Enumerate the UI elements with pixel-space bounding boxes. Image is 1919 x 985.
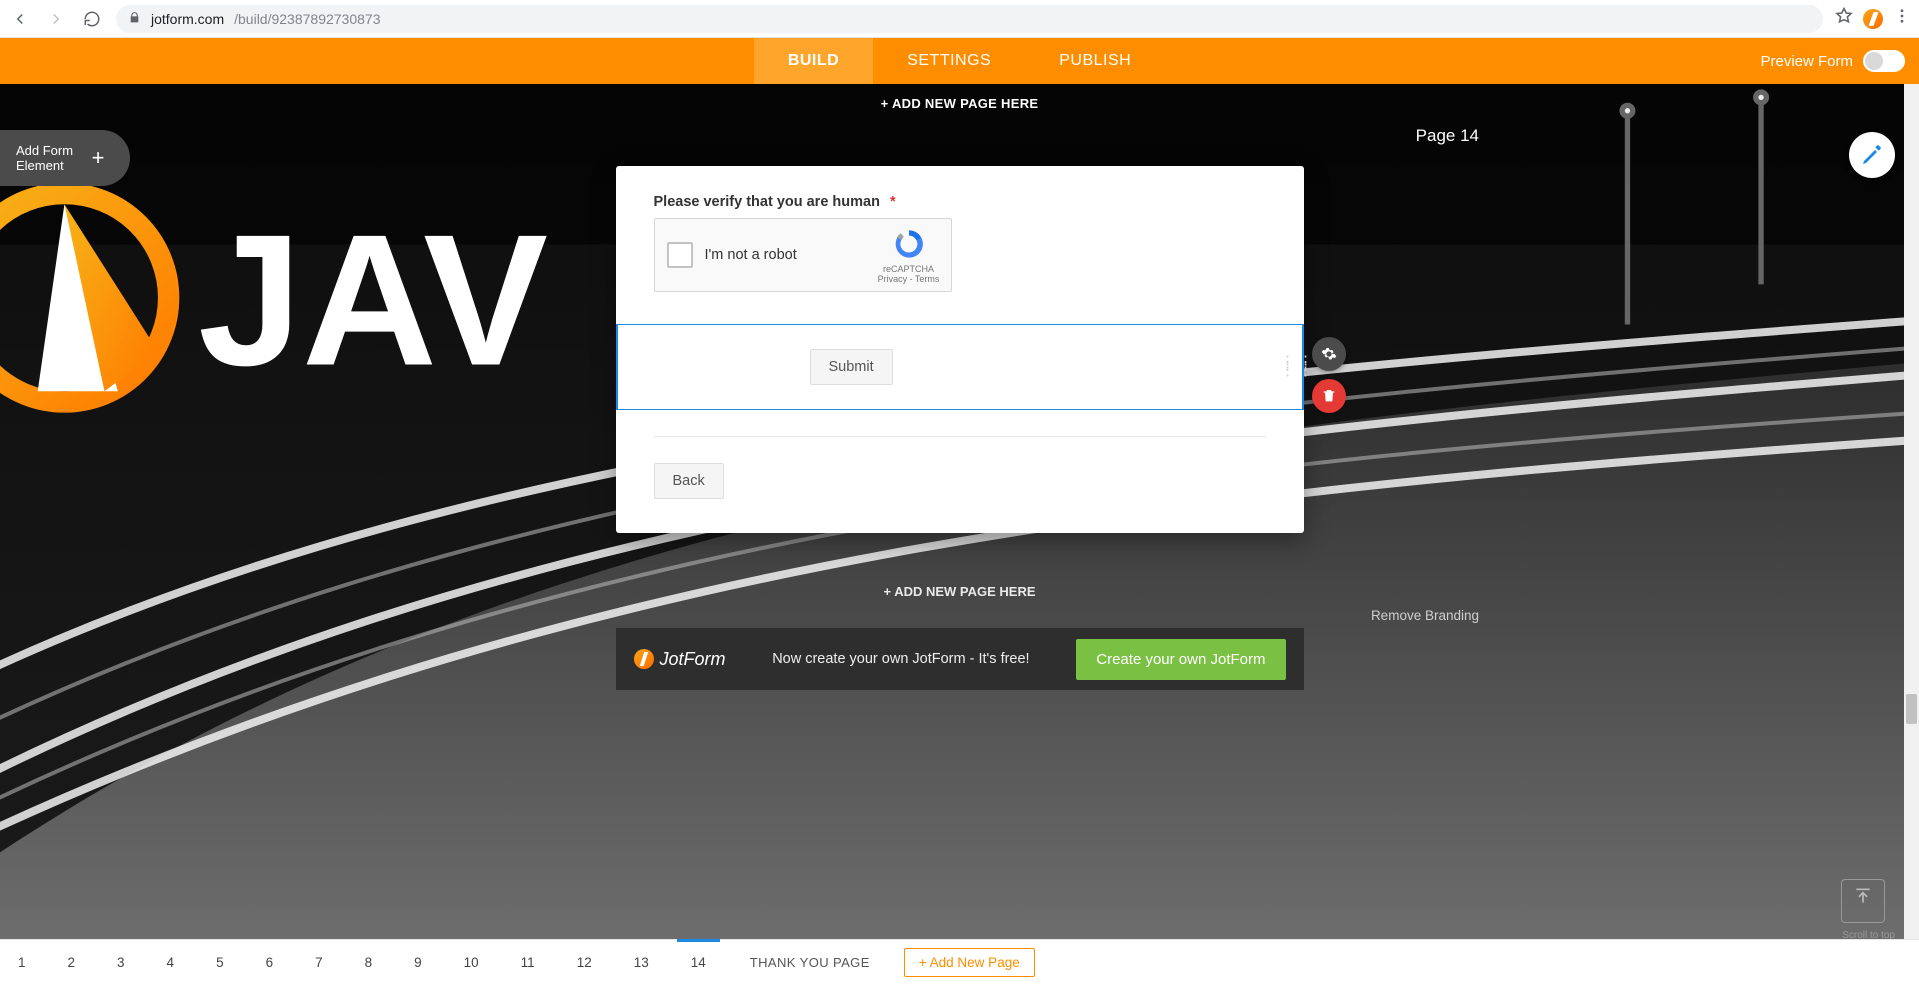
page-14[interactable]: 14 <box>687 949 710 976</box>
promo-bar: JotForm Now create your own JotForm - It… <box>616 628 1304 690</box>
back-icon[interactable] <box>8 7 32 31</box>
captcha-label: Please verify that you are human * <box>654 194 1266 210</box>
add-element-line1: Add Form <box>16 143 73 158</box>
page-13[interactable]: 13 <box>630 949 653 976</box>
recaptcha-text: I'm not a robot <box>705 247 797 263</box>
add-form-element-button[interactable]: Add Form Element + <box>0 130 130 186</box>
scroll-to-top-button[interactable] <box>1841 879 1885 923</box>
back-button[interactable]: Back <box>654 463 724 499</box>
workspace: JAV Add Form Element + + ADD NEW PAGE HE… <box>0 84 1919 939</box>
add-element-line2: Element <box>16 158 73 173</box>
recaptcha-widget[interactable]: I'm not a robot reCAPTCHA Privacy - Term… <box>654 218 952 292</box>
recaptcha-links[interactable]: Privacy - Terms <box>877 274 941 284</box>
add-page-bottom[interactable]: + ADD NEW PAGE HERE <box>0 584 1919 599</box>
field-delete-button[interactable] <box>1312 379 1346 413</box>
page-navigator: 1 2 3 4 5 6 7 8 9 10 11 12 13 14 THANK Y… <box>0 939 1919 985</box>
page-1[interactable]: 1 <box>14 949 30 976</box>
page-7[interactable]: 7 <box>311 949 327 976</box>
form-designer-button[interactable] <box>1849 132 1895 178</box>
scrollbar-thumb[interactable] <box>1906 694 1917 724</box>
remove-branding-link[interactable]: Remove Branding <box>1371 608 1479 623</box>
recaptcha-checkbox[interactable] <box>667 242 693 268</box>
lock-icon <box>128 11 141 27</box>
jotform-logo: JotForm <box>634 649 726 670</box>
tab-settings[interactable]: SETTINGS <box>873 38 1025 84</box>
captcha-label-text: Please verify that you are human <box>654 194 880 210</box>
url-domain: jotform.com <box>151 11 224 27</box>
page-2[interactable]: 2 <box>64 949 80 976</box>
recaptcha-brand-name: reCAPTCHA <box>877 264 941 274</box>
divider <box>654 436 1266 437</box>
page-indicator: Page 14 <box>1416 126 1479 146</box>
promo-message: Now create your own JotForm - It's free! <box>746 651 1057 667</box>
thank-you-page[interactable]: THANK YOU PAGE <box>750 955 870 970</box>
field-settings-button[interactable] <box>1312 337 1346 371</box>
tab-build[interactable]: BUILD <box>754 38 873 84</box>
app-top-nav: BUILD SETTINGS PUBLISH Preview Form <box>0 38 1919 84</box>
browser-chrome: jotform.com/build/92387892730873 <box>0 0 1919 38</box>
page-12[interactable]: 12 <box>573 949 596 976</box>
url-path: /build/92387892730873 <box>234 11 380 27</box>
preview-toggle[interactable] <box>1863 50 1905 72</box>
page-5[interactable]: 5 <box>212 949 228 976</box>
jotform-logo-icon <box>634 649 654 669</box>
tab-publish[interactable]: PUBLISH <box>1025 38 1165 84</box>
page-4[interactable]: 4 <box>163 949 179 976</box>
page-3[interactable]: 3 <box>113 949 129 976</box>
promo-cta-button[interactable]: Create your own JotForm <box>1076 639 1285 680</box>
page-9[interactable]: 9 <box>410 949 426 976</box>
recaptcha-brand: reCAPTCHA Privacy - Terms <box>877 227 941 284</box>
star-icon[interactable] <box>1835 7 1853 30</box>
submit-field-selected[interactable]: Submit ⋮⋮⋮⋮ <box>616 324 1304 410</box>
extension-icon[interactable] <box>1863 9 1883 29</box>
address-bar[interactable]: jotform.com/build/92387892730873 <box>116 5 1823 33</box>
scroll-to-top-label: Scroll to top <box>1842 930 1895 939</box>
page-10[interactable]: 10 <box>460 949 483 976</box>
page-6[interactable]: 6 <box>262 949 278 976</box>
jotform-logo-text: JotForm <box>660 649 726 670</box>
preview-form-label: Preview Form <box>1760 53 1853 70</box>
workspace-scrollbar[interactable] <box>1904 84 1919 939</box>
required-mark: * <box>890 194 896 210</box>
bg-brand-text: JAV <box>198 196 548 405</box>
page-8[interactable]: 8 <box>361 949 377 976</box>
kebab-menu-icon[interactable] <box>1893 7 1911 30</box>
page-11[interactable]: 11 <box>517 949 539 976</box>
reload-icon[interactable] <box>80 7 104 31</box>
drag-handle-icon[interactable]: ⋮⋮⋮⋮ <box>1280 359 1294 375</box>
add-page-top[interactable]: + ADD NEW PAGE HERE <box>0 96 1919 111</box>
form-card: Please verify that you are human * I'm n… <box>616 166 1304 533</box>
plus-icon: + <box>83 143 113 173</box>
back-row: Back <box>654 463 1266 499</box>
forward-icon[interactable] <box>44 7 68 31</box>
submit-button[interactable]: Submit <box>810 349 893 385</box>
add-new-page-button[interactable]: + Add New Page <box>904 948 1035 977</box>
